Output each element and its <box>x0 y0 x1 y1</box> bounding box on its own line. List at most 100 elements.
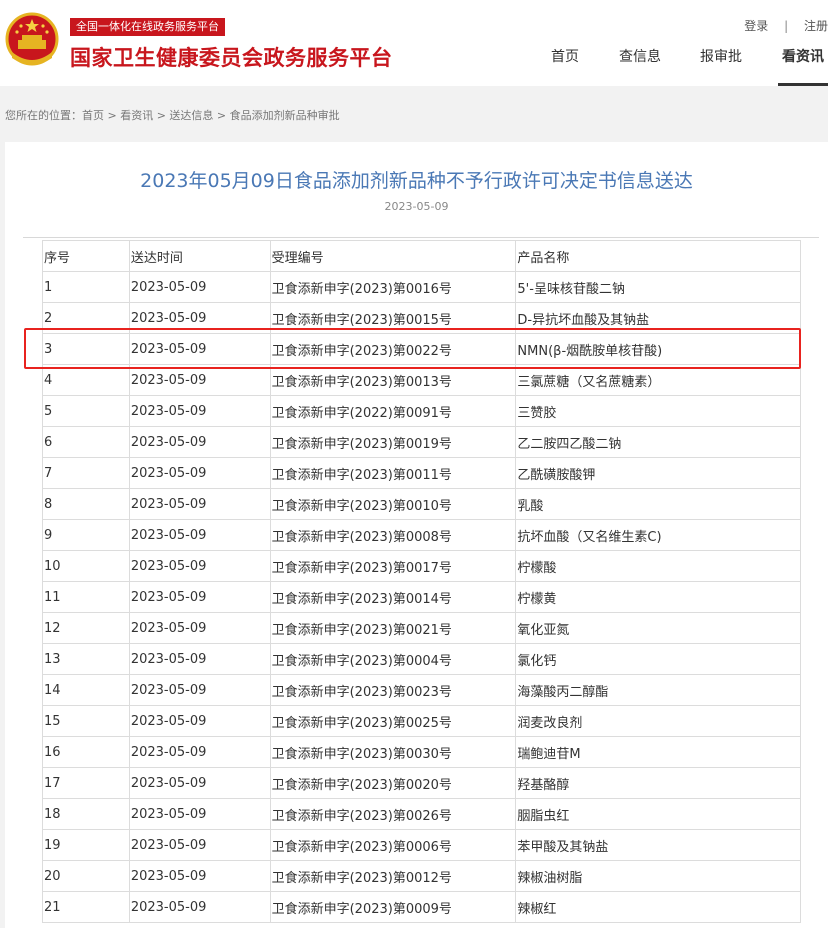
row-number-cell: 卫食添新申字(2023)第0017号 <box>269 550 517 582</box>
row-product-cell: 氧化亚氮 <box>515 612 801 644</box>
national-emblem-icon <box>5 12 59 66</box>
row-index-cell: 11 <box>42 581 130 613</box>
row-product-cell: D-异抗坏血酸及其钠盐 <box>515 302 801 334</box>
row-number-cell: 卫食添新申字(2023)第0009号 <box>269 891 517 923</box>
table-row: 10 2023-05-09 卫食添新申字(2023)第0017号 柠檬酸 <box>42 550 801 582</box>
row-number-cell: 卫食添新申字(2023)第0011号 <box>269 457 517 489</box>
row-number-cell: 卫食添新申字(2023)第0020号 <box>269 767 517 799</box>
row-date-cell: 2023-05-09 <box>128 364 271 396</box>
breadcrumb: 您所在的位置：首页 > 看资讯 > 送达信息 > 食品添加剂新品种审批 <box>5 109 340 122</box>
table-row: 12 2023-05-09 卫食添新申字(2023)第0021号 氧化亚氮 <box>42 612 801 644</box>
header-cell-number: 受理编号 <box>269 240 517 272</box>
row-number-cell: 卫食添新申字(2023)第0006号 <box>269 829 517 861</box>
row-date-cell: 2023-05-09 <box>128 488 271 520</box>
row-index-cell: 15 <box>42 705 130 737</box>
table-row: 19 2023-05-09 卫食添新申字(2023)第0006号 苯甲酸及其钠盐 <box>42 829 801 861</box>
row-date-cell: 2023-05-09 <box>128 271 271 303</box>
top-links: 登录 | 注册 <box>744 17 828 34</box>
row-index-cell: 21 <box>42 891 130 923</box>
row-number-cell: 卫食添新申字(2023)第0012号 <box>269 860 517 892</box>
row-index-cell: 8 <box>42 488 130 520</box>
row-product-cell: NMN(β-烟酰胺单核苷酸) <box>515 333 801 365</box>
row-date-cell: 2023-05-09 <box>128 860 271 892</box>
row-product-cell: 三赞胶 <box>515 395 801 427</box>
row-index-cell: 19 <box>42 829 130 861</box>
row-index-cell: 2 <box>42 302 130 334</box>
row-date-cell: 2023-05-09 <box>128 705 271 737</box>
delivery-table: 序号 送达时间 受理编号 产品名称 1 2023-05-09 卫食添新申字(2023… <box>42 240 801 923</box>
row-product-cell: 氯化钙 <box>515 643 801 675</box>
table-row: 1 2023-05-09 卫食添新申字(2023)第0016号 5'-呈味核苷酸二钠 <box>42 271 801 303</box>
row-index-cell: 17 <box>42 767 130 799</box>
table-row: 2 2023-05-09 卫食添新申字(2023)第0015号 D-异抗坏血酸及其钠盐 <box>42 302 801 334</box>
table-row: 7 2023-05-09 卫食添新申字(2023)第0011号 乙酰磺胺酸钾 <box>42 457 801 489</box>
table-row: 14 2023-05-09 卫食添新申字(2023)第0023号 海藻酸丙二醇酯 <box>42 674 801 706</box>
row-product-cell: 润麦改良剂 <box>515 705 801 737</box>
row-date-cell: 2023-05-09 <box>128 829 271 861</box>
row-date-cell: 2023-05-09 <box>128 891 271 923</box>
row-index-cell: 3 <box>42 333 130 365</box>
table-row: 20 2023-05-09 卫食添新申字(2023)第0012号 辣椒油树脂 <box>42 860 801 892</box>
row-date-cell: 2023-05-09 <box>128 302 271 334</box>
site-header: 全国一体化在线政务服务平台 国家卫生健康委员会政务服务平台 登录 | 注册 首页… <box>0 0 828 86</box>
table-row: 17 2023-05-09 卫食添新申字(2023)第0020号 羟基酪醇 <box>42 767 801 799</box>
table-row: 13 2023-05-09 卫食添新申字(2023)第0004号 氯化钙 <box>42 643 801 675</box>
table-row: 5 2023-05-09 卫食添新申字(2022)第0091号 三赞胶 <box>42 395 801 427</box>
nav-approval[interactable]: 报审批 <box>699 46 743 86</box>
table-row: 3 2023-05-09 卫食添新申字(2023)第0022号 NMN(β-烟酰胺单核… <box>42 333 801 365</box>
nav-home[interactable]: 首页 <box>550 46 580 86</box>
row-number-cell: 卫食添新申字(2023)第0014号 <box>269 581 517 613</box>
row-index-cell: 10 <box>42 550 130 582</box>
row-index-cell: 13 <box>42 643 130 675</box>
row-number-cell: 卫食添新申字(2023)第0019号 <box>269 426 517 458</box>
row-product-cell: 辣椒红 <box>515 891 801 923</box>
row-product-cell: 乙酰磺胺酸钾 <box>515 457 801 489</box>
row-number-cell: 卫食添新申字(2023)第0030号 <box>269 736 517 768</box>
row-product-cell: 抗坏血酸（又名维生素C) <box>515 519 801 551</box>
table-area: 序号 送达时间 受理编号 产品名称 1 2023-05-09 卫食添新申字(2023… <box>23 237 819 923</box>
article-content: 2023年05月09日食品添加剂新品种不予行政许可决定书信息送达 2023-05… <box>5 142 828 928</box>
login-link[interactable]: 登录 <box>744 19 768 33</box>
row-product-cell: 乳酸 <box>515 488 801 520</box>
row-product-cell: 胭脂虫红 <box>515 798 801 830</box>
site-title[interactable]: 国家卫生健康委员会政务服务平台 <box>70 42 393 72</box>
article-date: 2023-05-09 <box>384 200 449 213</box>
row-date-cell: 2023-05-09 <box>128 767 271 799</box>
row-index-cell: 4 <box>42 364 130 396</box>
row-product-cell: 柠檬黄 <box>515 581 801 613</box>
table-row: 15 2023-05-09 卫食添新申字(2023)第0025号 润麦改良剂 <box>42 705 801 737</box>
row-product-cell: 柠檬酸 <box>515 550 801 582</box>
table-row: 4 2023-05-09 卫食添新申字(2023)第0013号 三氯蔗糖（又名蔗糖素） <box>42 364 801 396</box>
article-title: 2023年05月09日食品添加剂新品种不予行政许可决定书信息送达 <box>140 170 693 192</box>
row-date-cell: 2023-05-09 <box>128 798 271 830</box>
row-date-cell: 2023-05-09 <box>128 519 271 551</box>
table-row: 18 2023-05-09 卫食添新申字(2023)第0026号 胭脂虫红 <box>42 798 801 830</box>
row-number-cell: 卫食添新申字(2023)第0022号 <box>269 333 517 365</box>
row-date-cell: 2023-05-09 <box>128 674 271 706</box>
row-number-cell: 卫食添新申字(2023)第0025号 <box>269 705 517 737</box>
row-index-cell: 20 <box>42 860 130 892</box>
table-row: 9 2023-05-09 卫食添新申字(2023)第0008号 抗坏血酸（又名维生素C… <box>42 519 801 551</box>
table-row: 6 2023-05-09 卫食添新申字(2023)第0019号 乙二胺四乙酸二钠 <box>42 426 801 458</box>
row-date-cell: 2023-05-09 <box>128 426 271 458</box>
table-row: 11 2023-05-09 卫食添新申字(2023)第0014号 柠檬黄 <box>42 581 801 613</box>
row-product-cell: 辣椒油树脂 <box>515 860 801 892</box>
table-header-row: 序号 送达时间 受理编号 产品名称 <box>42 240 801 272</box>
nav-info[interactable]: 查信息 <box>618 46 662 86</box>
row-date-cell: 2023-05-09 <box>128 643 271 675</box>
row-number-cell: 卫食添新申字(2022)第0091号 <box>269 395 517 427</box>
table-row: 16 2023-05-09 卫食添新申字(2023)第0030号 瑞鲍迪苷M <box>42 736 801 768</box>
row-product-cell: 瑞鲍迪苷M <box>515 736 801 768</box>
row-number-cell: 卫食添新申字(2023)第0026号 <box>269 798 517 830</box>
row-number-cell: 卫食添新申字(2023)第0013号 <box>269 364 517 396</box>
row-date-cell: 2023-05-09 <box>128 550 271 582</box>
row-product-cell: 三氯蔗糖（又名蔗糖素） <box>515 364 801 396</box>
register-link[interactable]: 注册 <box>804 19 828 33</box>
nav-news[interactable]: 看资讯 <box>778 46 828 86</box>
row-number-cell: 卫食添新申字(2023)第0016号 <box>269 271 517 303</box>
row-index-cell: 7 <box>42 457 130 489</box>
platform-tag: 全国一体化在线政务服务平台 <box>70 18 225 36</box>
row-index-cell: 6 <box>42 426 130 458</box>
row-index-cell: 5 <box>42 395 130 427</box>
row-date-cell: 2023-05-09 <box>128 395 271 427</box>
